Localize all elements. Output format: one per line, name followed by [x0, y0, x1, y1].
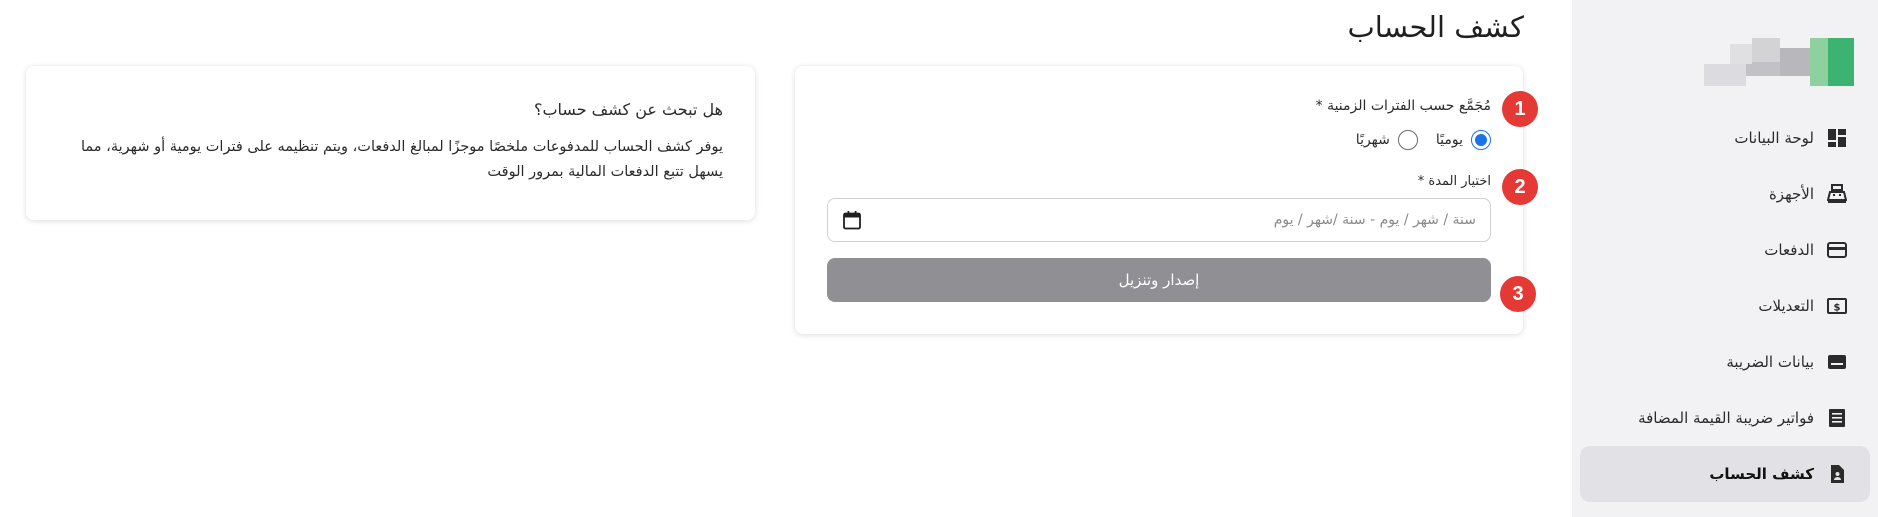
credit-card-icon	[1826, 239, 1848, 261]
sidebar-item-adjustments[interactable]: $ التعديلات	[1580, 278, 1870, 334]
statement-icon	[1826, 463, 1848, 485]
info-card: هل تبحث عن كشف حساب؟ يوفر كشف الحساب للم…	[26, 66, 755, 220]
issue-download-button[interactable]: إصدار وتنزيل	[827, 258, 1491, 302]
calendar-icon[interactable]	[842, 210, 862, 230]
sidebar-item-payments[interactable]: الدفعات	[1580, 222, 1870, 278]
daily-radio-label[interactable]: يوميًا	[1436, 132, 1463, 148]
monthly-radio-label[interactable]: شهريًا	[1356, 132, 1390, 148]
sidebar-item-devices[interactable]: الأجهزة	[1580, 166, 1870, 222]
monthly-radio[interactable]	[1397, 130, 1418, 150]
sidebar-item-label: فواتير ضريبة القيمة المضافة	[1638, 409, 1814, 427]
page-title: كشف الحساب	[1347, 10, 1524, 44]
period-radio-group: يوميًا شهريًا	[1346, 130, 1491, 150]
info-title: هل تبحث عن كشف حساب؟	[534, 100, 723, 119]
date-range-placeholder: سنة / شهر / يوم - سنة /شهر / يوم	[1273, 212, 1476, 228]
sidebar-item-vat-invoices[interactable]: فواتير ضريبة القيمة المضافة	[1580, 390, 1870, 446]
dashboard-icon	[1826, 127, 1848, 149]
sidebar-item-tax-data[interactable]: بيانات الضريبة	[1580, 334, 1870, 390]
logo	[1704, 38, 1854, 86]
sidebar-item-label: التعديلات	[1758, 297, 1814, 315]
receipt-icon	[1826, 407, 1848, 429]
step-badge-2: 2	[1502, 169, 1538, 205]
sidebar-nav: لوحة البيانات الأجهزة الدفعات $ التعديلا…	[1580, 110, 1870, 502]
sidebar-item-label: الأجهزة	[1768, 185, 1814, 203]
cash-register-icon	[1826, 183, 1848, 205]
statement-form-card: مُجَمَّع حسب الفترات الزمنية * يوميًا شه…	[795, 66, 1523, 334]
aggregate-label: مُجَمَّع حسب الفترات الزمنية *	[1315, 98, 1491, 114]
tax-card-icon	[1826, 351, 1848, 373]
svg-text:$: $	[1834, 303, 1841, 314]
sidebar-item-label: كشف الحساب	[1709, 465, 1814, 483]
step-badge-1: 1	[1502, 91, 1538, 127]
date-range-input[interactable]: سنة / شهر / يوم - سنة /شهر / يوم	[827, 198, 1491, 242]
dollar-note-icon: $	[1826, 295, 1848, 317]
sidebar: لوحة البيانات الأجهزة الدفعات $ التعديلا…	[1572, 0, 1878, 517]
sidebar-item-label: بيانات الضريبة	[1726, 353, 1814, 371]
daily-radio[interactable]	[1471, 130, 1491, 150]
sidebar-item-dashboard[interactable]: لوحة البيانات	[1580, 110, 1870, 166]
sidebar-item-label: الدفعات	[1764, 241, 1814, 259]
sidebar-item-label: لوحة البيانات	[1734, 129, 1814, 147]
sidebar-item-account-statement[interactable]: كشف الحساب	[1580, 446, 1870, 502]
period-label: اختيار المدة *	[1417, 174, 1491, 189]
step-badge-3: 3	[1500, 276, 1536, 312]
info-text: يوفر كشف الحساب للمدفوعات ملخصًا موجزًا …	[80, 139, 723, 180]
